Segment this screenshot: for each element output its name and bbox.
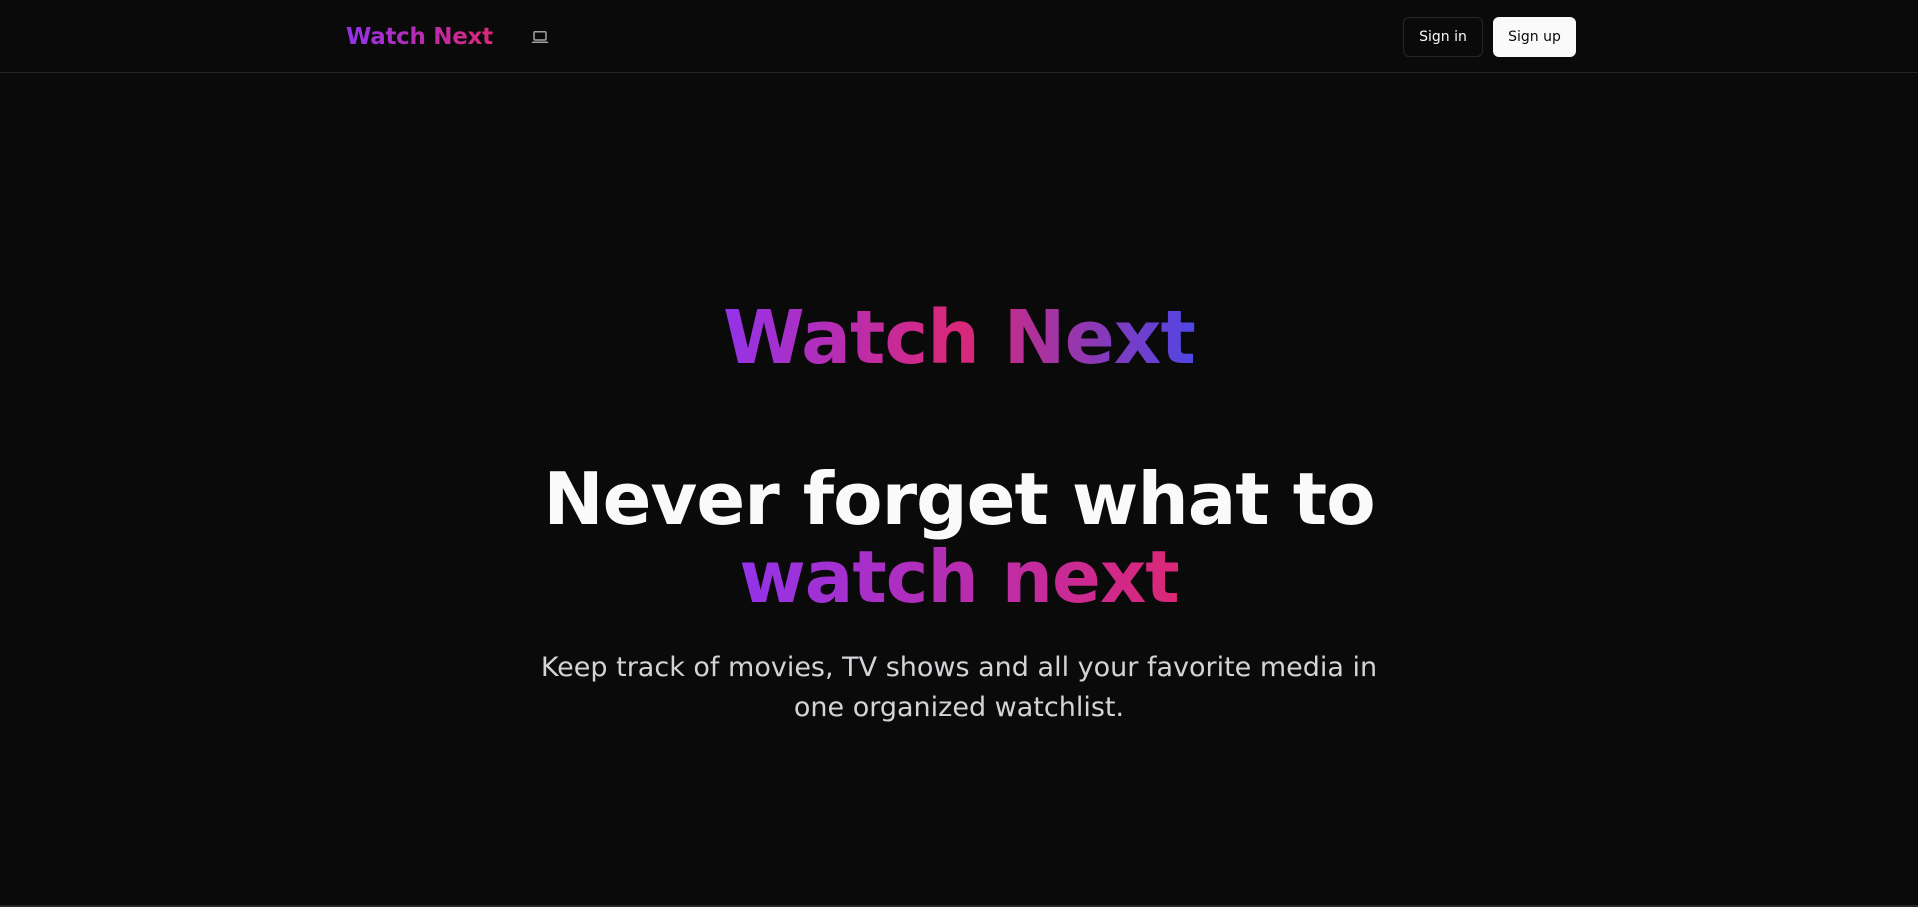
hero-heading-text: Never forget what to bbox=[543, 457, 1375, 541]
hero-heading: Never forget what to watch next bbox=[440, 460, 1478, 616]
theme-toggle-button[interactable] bbox=[529, 26, 551, 48]
auth-buttons: Sign in Sign up bbox=[1403, 16, 1576, 57]
hero-title-text: Watch Next bbox=[723, 295, 1196, 381]
sign-in-button[interactable]: Sign in bbox=[1403, 16, 1483, 57]
sign-up-button[interactable]: Sign up bbox=[1493, 16, 1576, 57]
brand-logo-link[interactable]: Watch Next bbox=[346, 24, 493, 50]
hero-heading-accent: watch next bbox=[739, 535, 1179, 619]
hero-subtitle: Keep track of movies, TV shows and all y… bbox=[540, 652, 1378, 723]
hero-section: Watch Next Never forget what to watch ne… bbox=[0, 73, 1918, 903]
header-container: Watch Next Sign in Sign up bbox=[346, 0, 1576, 73]
laptop-icon bbox=[531, 30, 549, 43]
site-header: Watch Next Sign in Sign up bbox=[0, 0, 1918, 73]
brand-group: Watch Next bbox=[346, 24, 551, 50]
hero-title: Watch Next bbox=[0, 301, 1918, 375]
